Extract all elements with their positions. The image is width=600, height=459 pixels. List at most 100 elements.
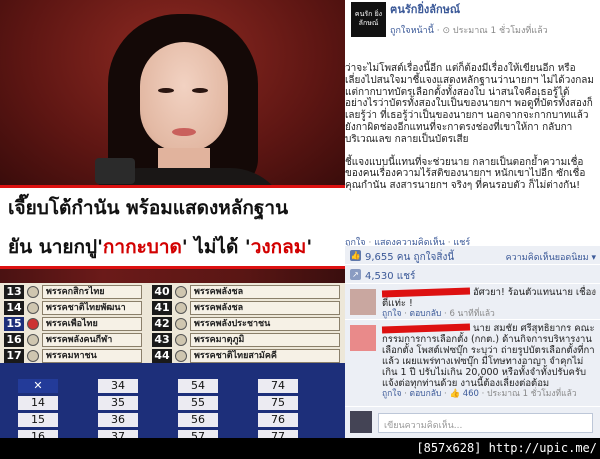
sheet-number: 54: [178, 379, 218, 393]
comment-body: นาย สมชัย ศรีสุทธิยากร คณะกรรมการการเลือ…: [381, 323, 597, 400]
comment-meta: ถูกใจ · ตอบกลับ · 👍 460 · ประมาณ 1 ชั่วโ…: [382, 389, 577, 399]
ballot-number-marked: 15: [4, 317, 24, 331]
person-lips: [172, 128, 196, 136]
avatar[interactable]: [350, 289, 376, 315]
party-emblem-icon: [27, 350, 39, 362]
avatar: [350, 411, 372, 433]
watermark: [857x628] http://upic.me/: [416, 441, 597, 455]
party-emblem-icon: [175, 302, 187, 314]
comment-sort-dropdown[interactable]: ความคิดเห็นยอดนิยม ▾: [506, 250, 596, 264]
page-avatar[interactable]: ฅนรัก ยิ่งลักษณ์: [351, 2, 386, 37]
post-text: ว่าจะไม่โพสต์เรื่องนี้อีก แต่ก็ต้องมีเรื…: [345, 63, 595, 203]
comment-input[interactable]: เขียนความคิดเห็น...: [378, 413, 593, 433]
redacted-name: [381, 287, 471, 298]
sheet-number: 57: [178, 430, 218, 438]
comment: นาย สมชัย ศรีสุทธิยากร คณะกรรมการการเลือ…: [345, 321, 600, 407]
party-name: พรรคมาตุภูมิ: [190, 333, 340, 347]
globe-icon: ⊙: [442, 26, 450, 36]
party-emblem-icon: [27, 302, 39, 314]
party-name: พรรคพลังชล: [190, 301, 340, 315]
caption-prefix: ยัน นายกปู': [8, 235, 103, 258]
caption-suffix: ': [306, 235, 313, 258]
sheet-number: 37: [98, 430, 138, 438]
like-page-link[interactable]: ถูกใจหน้านี้: [390, 26, 434, 36]
sheet-number: 77: [258, 430, 298, 438]
comment-meta: ถูกใจ · ตอบกลับ · 6 นาทีที่แล้ว: [382, 309, 495, 319]
page-name-link[interactable]: ฅนรักยิ่งลักษณ์: [390, 0, 460, 18]
caption-line-1: เจี๊ยบโต้กำนัน พร้อมแสดงหลักฐาน: [0, 185, 345, 227]
party-name: พรรคพลังคนกีฬา: [42, 333, 142, 347]
post-timestamp[interactable]: ประมาณ 1 ชั่วโมงที่แล้ว: [453, 26, 548, 36]
redacted-name: [381, 323, 471, 334]
post-meta: ถูกใจหน้านี้ · ⊙ ประมาณ 1 ชั่วโมงที่แล้ว: [390, 26, 548, 36]
sheet-number: 75: [258, 396, 298, 410]
microphone: [95, 158, 135, 184]
shares-count[interactable]: 4,530 แชร์: [365, 269, 415, 284]
party-name: พรรคชาติไทยพัฒนา: [42, 301, 142, 315]
ballot-number: 40: [152, 285, 172, 299]
ballot-row: 15 พรรคเพื่อไทย 42 พรรคพลังประชาชน: [0, 317, 345, 332]
caption-highlight-1: กากะบาด: [102, 235, 182, 258]
comment-like-link[interactable]: ถูกใจ: [382, 389, 401, 399]
sheet-number: 55: [178, 396, 218, 410]
share-icon: ↗: [350, 269, 361, 280]
party-emblem-icon: [27, 318, 39, 330]
party-name: พรรคพลังประชาชน: [190, 317, 340, 331]
comment-time[interactable]: ประมาณ 1 ชั่วโมงที่แล้ว: [487, 389, 577, 399]
party-emblem-icon: [175, 318, 187, 330]
ballot-number: 43: [152, 333, 172, 347]
party-emblem-icon: [27, 286, 39, 298]
person-eye-right: [192, 88, 208, 93]
sheet-number: 76: [258, 413, 298, 427]
caption-mid: ' ไม่ได้ ': [181, 235, 251, 258]
ballot-number: 44: [152, 349, 172, 363]
shares-row: ↗ 4,530 แชร์: [345, 266, 600, 284]
close-icon[interactable]: ✕: [590, 288, 597, 297]
page-avatar-text: ฅนรัก ยิ่งลักษณ์: [354, 10, 383, 27]
party-name: พรรคพลังชล: [190, 285, 340, 299]
party-name: พรรคชาติไทยสามัคคี: [190, 349, 340, 363]
avatar[interactable]: [350, 325, 376, 351]
ballot-row: 17 พรรคมหาชน 44 พรรคชาติไทยสามัคคี: [0, 349, 345, 364]
party-emblem-icon: [175, 350, 187, 362]
news-photo: เจี๊ยบโต้กำนัน พร้อมแสดงหลักฐาน ยัน นายก…: [0, 0, 345, 438]
likes-count[interactable]: 9,655 คน ถูกใจสิ่งนี้: [365, 250, 454, 265]
sheet-number: 35: [98, 396, 138, 410]
post-paragraph-2: ชี้แจงแบบนี้แทนที่จะช่วยนาย กลายเป็นตอกย…: [345, 156, 586, 192]
ballot-number: 42: [152, 317, 172, 331]
party-name: พรรคมหาชน: [42, 349, 142, 363]
comment-time[interactable]: 6 นาทีที่แล้ว: [449, 309, 494, 319]
comment-reply-link[interactable]: ตอบกลับ: [410, 309, 442, 319]
ballot-paper: 13 พรรคกสิกรไทย 40 พรรคพลังชล 14 พรรคชาต…: [0, 283, 345, 363]
comment-reply-link[interactable]: ตอบกลับ: [410, 389, 442, 399]
comment-like-count[interactable]: 460: [463, 389, 479, 399]
comment: อัศวยา! ร้อนตัวแทนนาย เชื่องตี๋เเท่ะ ! ถ…: [345, 285, 600, 320]
comment-body: อัศวยา! ร้อนตัวแทนนาย เชื่องตี๋เเท่ะ ! ถ…: [381, 287, 597, 320]
sheet-number: 16: [18, 430, 58, 438]
ballot-row: 13 พรรคกสิกรไทย 40 พรรคพลังชล: [0, 285, 345, 300]
post-paragraph-1: ว่าจะไม่โพสต์เรื่องนี้อีก แต่ก็ต้องมีเรื…: [345, 63, 595, 145]
sheet-number: 56: [178, 413, 218, 427]
ballot-number: 41: [152, 301, 172, 315]
thumbs-up-icon: 👍: [449, 389, 461, 399]
footer-strip: [857x628] http://upic.me/: [0, 438, 600, 459]
thumbs-up-icon: 👍: [350, 250, 361, 261]
party-name: พรรคเพื่อไทย: [42, 317, 142, 331]
ballot-row: 14 พรรคชาติไทยพัฒนา 41 พรรคพลังชล: [0, 301, 345, 316]
ballot-row: 16 พรรคพลังคนกีฬา 43 พรรคมาตุภูมิ: [0, 333, 345, 348]
comment-text: นาย สมชัย ศรีสุทธิยากร คณะกรรมการการเลือ…: [382, 323, 595, 389]
party-emblem-icon: [175, 286, 187, 298]
ballot-x-mark-icon: ✕: [18, 379, 58, 393]
ballot-number: 17: [4, 349, 24, 363]
sheet-number: 15: [18, 413, 58, 427]
sheet-number: 14: [18, 396, 58, 410]
comment-like-link[interactable]: ถูกใจ: [382, 309, 401, 319]
ballot-number: 14: [4, 301, 24, 315]
facebook-post: ฅนรัก ยิ่งลักษณ์ ฅนรักยิ่งลักษณ์ ถูกใจหน…: [345, 0, 600, 438]
ballot-sheet: ✕ 34 54 74 14 35 55 75 15 36 56 76 16 37…: [0, 363, 345, 438]
sheet-number: 74: [258, 379, 298, 393]
party-name: พรรคกสิกรไทย: [42, 285, 142, 299]
person-eye-left: [158, 88, 174, 93]
caption-line-2: ยัน นายกปู' กากะบาด ' ไม่ได้ ' วงกลม ': [0, 227, 345, 269]
sheet-number: 36: [98, 413, 138, 427]
